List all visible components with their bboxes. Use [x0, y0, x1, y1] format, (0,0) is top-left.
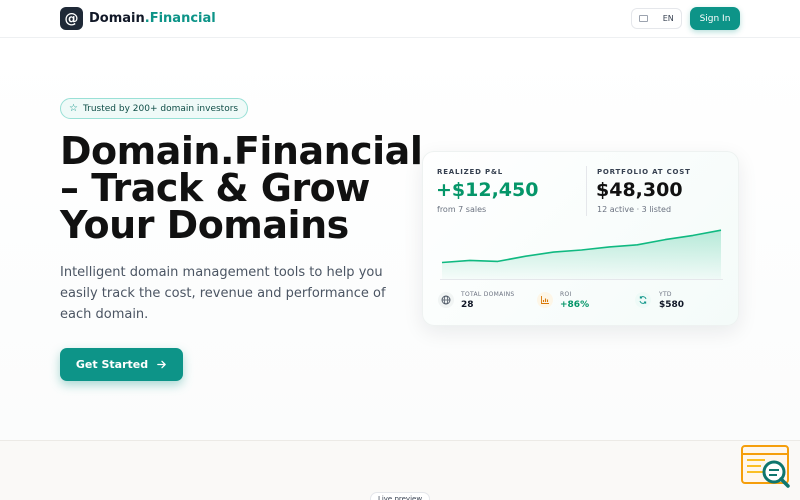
sign-in-button[interactable]: Sign In [690, 7, 740, 30]
star-icon: ☆ [69, 103, 78, 114]
portfolio-summary-card: REALIZED P&L +$12,450 from 7 sales PORTF… [422, 151, 739, 326]
ytd-value: $580 [659, 300, 685, 310]
site-header: @ Domain.Financial EN Sign In [0, 0, 800, 38]
brand-accent: .Financial [144, 11, 216, 26]
realized-pl-label: REALIZED P&L [437, 168, 504, 176]
total-domains-label: TOTAL DOMAINS [461, 291, 515, 298]
trust-badge-text: Trusted by 200+ domain investors [82, 103, 239, 114]
realized-pl-value: +$12,450 [436, 179, 539, 201]
logo-icon[interactable]: @ [60, 7, 83, 30]
realized-pl-sub: from 7 sales [437, 205, 487, 214]
language-label: EN [662, 14, 674, 23]
hero-subtitle: Intelligent domain management tools to h… [60, 265, 386, 322]
language-switcher[interactable]: EN [631, 8, 682, 29]
brand-main: Domain [89, 11, 145, 26]
metric-divider [586, 166, 587, 216]
lower-section [0, 440, 800, 500]
search-code-widget-icon[interactable] [741, 445, 791, 489]
flag-icon [639, 15, 649, 22]
get-started-label: Get Started [75, 358, 149, 371]
bar-chart-icon [537, 292, 553, 308]
portfolio-cost-label: PORTFOLIO AT COST [597, 168, 691, 176]
hero-title: Domain.Financial – Track & Grow Your Dom… [60, 129, 423, 247]
live-preview-pill: Live preview [370, 492, 430, 500]
trust-badge: ☆ Trusted by 200+ domain investors [60, 98, 249, 119]
arrow-right-icon [157, 360, 166, 369]
portfolio-cost-value: $48,300 [596, 179, 683, 201]
portfolio-cost-sub: 12 active · 3 listed [597, 205, 672, 214]
globe-icon [438, 292, 454, 308]
roi-label: ROI [560, 291, 572, 298]
roi-value: +86% [560, 300, 590, 310]
ytd-label: YTD [659, 291, 672, 298]
brand-name[interactable]: Domain.Financial [89, 11, 216, 26]
get-started-button[interactable]: Get Started [60, 348, 183, 381]
stats-divider [440, 279, 723, 280]
total-domains-value: 28 [461, 300, 474, 310]
trend-chart [441, 229, 722, 280]
refresh-icon [635, 292, 651, 308]
